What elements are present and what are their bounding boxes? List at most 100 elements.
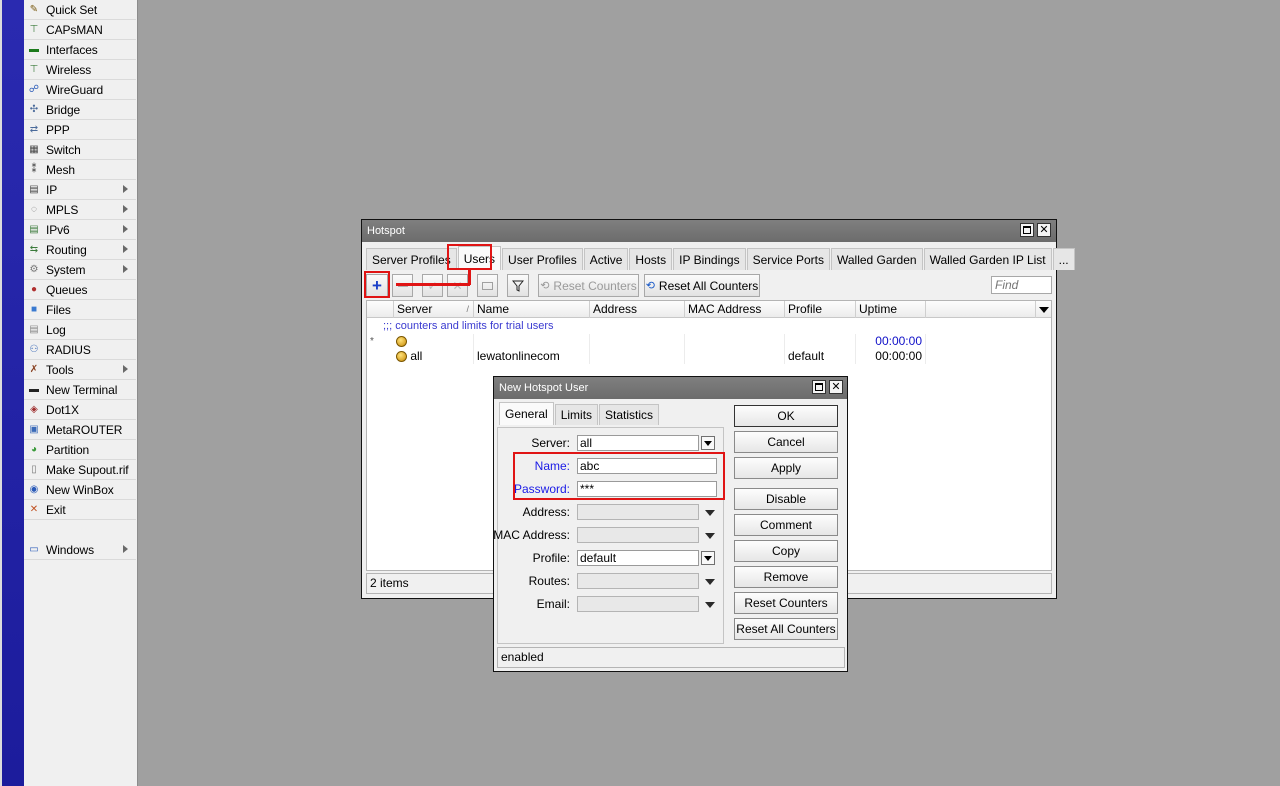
menu-item-label: WireGuard xyxy=(46,82,104,97)
dialog-tab-statistics[interactable]: Statistics xyxy=(599,404,660,425)
menu-item-new-winbox[interactable]: ◉ New WinBox xyxy=(24,480,136,500)
menu-item-wireguard[interactable]: ☍ WireGuard xyxy=(24,80,136,100)
menu-item-new-terminal[interactable]: ▬ New Terminal xyxy=(24,380,136,400)
mac-address-field[interactable] xyxy=(577,527,699,543)
comment-user-button[interactable]: Comment xyxy=(734,514,838,536)
routes-expand-arrow[interactable] xyxy=(705,579,715,585)
address-field[interactable] xyxy=(577,504,699,520)
menu-item-files[interactable]: ■ Files xyxy=(24,300,136,320)
tab-hosts[interactable]: Hosts xyxy=(629,248,673,270)
menu-item-quick-set[interactable]: ✎ Quick Set xyxy=(24,0,136,20)
folder-icon: ■ xyxy=(30,303,38,315)
antenna-icon: ⊤ xyxy=(29,23,39,35)
menu-item-make-supout-rif[interactable]: ▯ Make Supout.rif xyxy=(24,460,136,480)
tab-active[interactable]: Active xyxy=(583,248,629,270)
add-button[interactable]: + xyxy=(366,274,388,297)
disable-user-button[interactable]: Disable xyxy=(734,488,838,510)
dialog-title-bar[interactable]: New Hotspot User ✕ xyxy=(494,377,847,399)
server-dropdown-button[interactable] xyxy=(701,436,715,450)
comment-button[interactable] xyxy=(477,274,498,297)
menu-item-mesh[interactable]: ⁑ Mesh xyxy=(24,160,136,180)
copy-button[interactable]: Copy xyxy=(734,540,838,562)
menu-item-partition[interactable]: ◕ Partition xyxy=(24,440,136,460)
dialog-close-button[interactable]: ✕ xyxy=(829,380,843,394)
routing-icon: ⇆ xyxy=(29,243,39,255)
comment-row[interactable]: ;;; counters and limits for trial users xyxy=(367,319,1051,334)
menu-item-ppp[interactable]: ⇄ PPP xyxy=(24,120,136,140)
menu-item-ip[interactable]: ▤ IP xyxy=(24,180,136,200)
highlight-connector-vertical xyxy=(468,268,471,285)
tab-more[interactable]: ... xyxy=(1052,248,1075,270)
tab-ip-bindings[interactable]: IP Bindings xyxy=(673,248,746,270)
hotspot-title-bar[interactable]: Hotspot ✕ xyxy=(362,220,1056,242)
menu-item-capsman[interactable]: ⊤ CAPsMAN xyxy=(24,20,136,40)
menu-item-radius[interactable]: ⚇ RADIUS xyxy=(24,340,136,360)
col-name[interactable]: Name xyxy=(473,301,589,318)
maximize-button[interactable] xyxy=(1020,223,1034,237)
menu-item-mpls[interactable]: ◌ MPLS xyxy=(24,200,136,220)
password-field[interactable]: *** xyxy=(577,481,717,497)
col-uptime[interactable]: Uptime xyxy=(855,301,925,318)
table-row[interactable]: * 00:00:00 xyxy=(367,334,1051,349)
menu-item-ipv6[interactable]: ▤ IPv6 xyxy=(24,220,136,240)
name-field[interactable]: abc xyxy=(577,458,717,474)
profile-dropdown-button[interactable] xyxy=(701,551,715,565)
col-server[interactable]: Server / xyxy=(393,301,473,318)
menu-item-routing[interactable]: ⇆ Routing xyxy=(24,240,136,260)
radius-icon: ⚇ xyxy=(29,343,39,355)
menu-item-switch[interactable]: ▦ Switch xyxy=(24,140,136,160)
ok-button[interactable]: OK xyxy=(734,405,838,427)
dialog-tab-general[interactable]: General xyxy=(499,402,554,425)
dialog-tab-limits[interactable]: Limits xyxy=(554,404,599,425)
row-flag xyxy=(367,349,393,364)
routes-field[interactable] xyxy=(577,573,699,589)
mac-expand-arrow[interactable] xyxy=(705,533,715,539)
column-chooser-button[interactable] xyxy=(1035,301,1052,318)
close-button[interactable]: ✕ xyxy=(1037,223,1051,237)
menu-item-log[interactable]: ▤ Log xyxy=(24,320,136,340)
menu-item-dot1x[interactable]: ◈ Dot1X xyxy=(24,400,136,420)
col-address[interactable]: Address xyxy=(589,301,684,318)
col-mac-address[interactable]: MAC Address xyxy=(684,301,784,318)
menu-item-interfaces[interactable]: ▬ Interfaces xyxy=(24,40,136,60)
apply-button[interactable]: Apply xyxy=(734,457,838,479)
menu-item-windows[interactable]: ▭ Windows xyxy=(24,540,136,560)
reset-all-counters-button[interactable]: ⟲ Reset All Counters xyxy=(644,274,760,297)
profile-select[interactable]: default xyxy=(577,550,699,566)
tab-users[interactable]: Users xyxy=(457,246,502,270)
menu-item-bridge[interactable]: ✣ Bridge xyxy=(24,100,136,120)
tab-service-ports[interactable]: Service Ports xyxy=(746,248,830,270)
tab-walled-garden-ip-list[interactable]: Walled Garden IP List xyxy=(923,248,1052,270)
tab-walled-garden[interactable]: Walled Garden xyxy=(830,248,923,270)
menu-item-label: MPLS xyxy=(46,202,79,217)
reset-counters-button[interactable]: ⟲ Reset Counters xyxy=(538,274,639,297)
filter-button[interactable] xyxy=(507,274,529,297)
document-icon: ▯ xyxy=(31,463,37,475)
find-input[interactable] xyxy=(991,276,1052,294)
server-select[interactable]: all xyxy=(577,435,699,451)
remove-user-button[interactable]: Remove xyxy=(734,566,838,588)
menu-item-tools[interactable]: ✗ Tools xyxy=(24,360,136,380)
email-expand-arrow[interactable] xyxy=(705,602,715,608)
reset-icon: ⟲ xyxy=(540,280,550,292)
menu-item-system[interactable]: ⚙ System xyxy=(24,260,136,280)
tab-server-profiles[interactable]: Server Profiles xyxy=(366,248,457,270)
table-row[interactable]: all lewatonlinecom default 00:00:00 xyxy=(367,349,1051,364)
email-field[interactable] xyxy=(577,596,699,612)
menu-item-wireless[interactable]: ⊤ Wireless xyxy=(24,60,136,80)
menu-item-metarouter[interactable]: ▣ MetaROUTER xyxy=(24,420,136,440)
submenu-arrow-icon xyxy=(123,205,128,213)
menu-item-label: CAPsMAN xyxy=(46,22,103,37)
password-label: Password: xyxy=(513,482,570,496)
cancel-button[interactable]: Cancel xyxy=(734,431,838,453)
dialog-maximize-button[interactable] xyxy=(812,380,826,394)
address-expand-arrow[interactable] xyxy=(705,510,715,516)
reset-counters-user-button[interactable]: Reset Counters xyxy=(734,592,838,614)
menu-item-queues[interactable]: ● Queues xyxy=(24,280,136,300)
tab-user-profiles[interactable]: User Profiles xyxy=(502,248,583,270)
row-mac xyxy=(684,349,784,364)
menu-item-exit[interactable]: ✕ Exit xyxy=(24,500,136,520)
mesh-icon: ⁑ xyxy=(31,163,37,175)
reset-all-counters-user-button[interactable]: Reset All Counters xyxy=(734,618,838,640)
col-profile[interactable]: Profile xyxy=(784,301,855,318)
